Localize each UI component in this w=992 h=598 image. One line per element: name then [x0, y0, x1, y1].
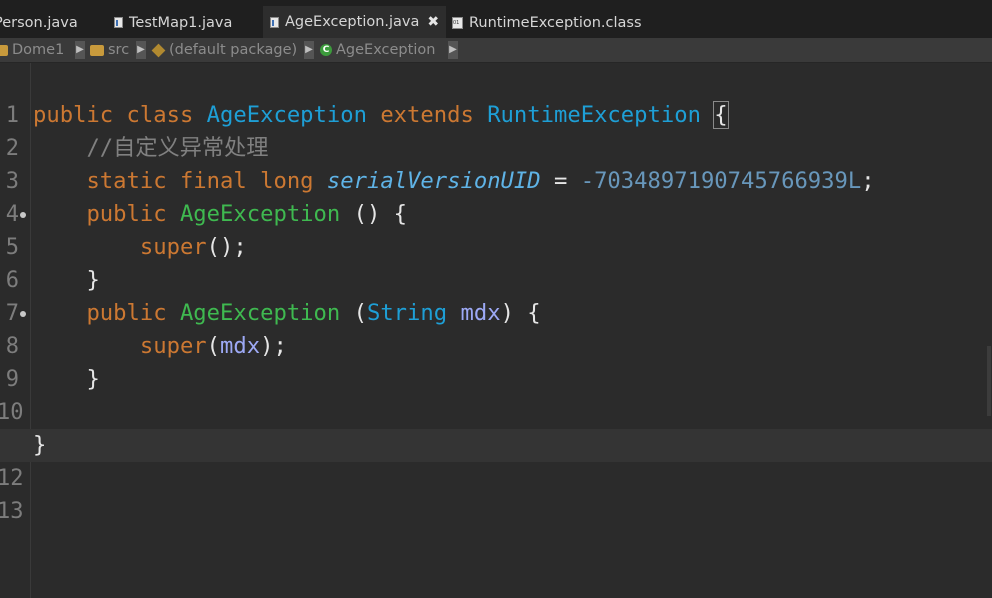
close-tab-icon[interactable]: ✖	[427, 14, 439, 30]
breadcrumb-label: src	[108, 42, 130, 58]
matching-bracket: {	[713, 101, 729, 129]
tab-label: RuntimeException.class	[469, 14, 642, 31]
breadcrumb-label: Dome1	[12, 42, 65, 58]
current-code-line[interactable]: 12 }	[0, 429, 992, 491]
constructor-declaration: public AgeException (String mdx) {	[86, 300, 541, 326]
breadcrumb-separator-icon[interactable]: ▶	[136, 41, 146, 59]
code-line[interactable]: 10 }	[0, 363, 992, 425]
code-line[interactable]: 4 static final long serialVersionUID = -…	[0, 165, 992, 227]
tab-label: AgeException.java	[285, 14, 420, 30]
super-call: super();	[139, 234, 247, 260]
closing-brace: }	[86, 366, 100, 392]
breadcrumb-src[interactable]: src	[90, 38, 129, 62]
class-icon: C	[320, 44, 332, 56]
scrollbar-thumb[interactable]	[987, 346, 991, 416]
breadcrumb-label: (default package)	[169, 42, 298, 58]
breadcrumb-separator-icon[interactable]: ▶	[448, 41, 458, 59]
code-line[interactable]: 6 super();	[0, 231, 992, 293]
code-editor[interactable]: 1 2 public class AgeException extends Ru…	[0, 63, 992, 598]
line-number: 13	[0, 499, 24, 524]
tab-label: Person.java	[0, 14, 78, 31]
code-line[interactable]: 1	[0, 66, 992, 128]
breadcrumb-class[interactable]: C AgeException	[320, 38, 435, 62]
source-folder-icon	[90, 44, 104, 56]
fold-marker-icon[interactable]	[20, 212, 26, 218]
class-file-icon	[452, 16, 463, 29]
breadcrumb-label: AgeException	[336, 42, 436, 58]
code-line[interactable]: 9 super(mdx);	[0, 330, 992, 392]
code-line[interactable]: 5 public AgeException () {	[0, 198, 992, 260]
tab-ageexception-java[interactable]: AgeException.java ✖	[263, 6, 446, 38]
editor-tab-bar: Person.java TestMap1.java AgeException.j…	[0, 0, 992, 38]
breadcrumb-package[interactable]: (default package)	[151, 38, 298, 62]
fold-marker-icon[interactable]	[20, 311, 26, 317]
tab-testmap1-java[interactable]: TestMap1.java	[114, 7, 254, 38]
field-declaration: static final long serialVersionUID = -70…	[86, 168, 875, 194]
tab-label: TestMap1.java	[129, 14, 233, 31]
closing-brace: }	[33, 432, 47, 458]
tab-runtimeexception-class[interactable]: RuntimeException.class	[452, 7, 662, 38]
java-file-icon	[270, 16, 279, 28]
java-file-icon	[114, 17, 123, 28]
closing-brace: }	[86, 267, 100, 293]
code-line[interactable]: 7 }	[0, 264, 992, 326]
code-line[interactable]: 3 //自定义异常处理	[0, 132, 992, 194]
vertical-scrollbar[interactable]	[986, 63, 992, 423]
comment: //自定义异常处理	[86, 135, 269, 161]
code-line[interactable]: 8 public AgeException (String mdx) {	[0, 297, 992, 359]
breadcrumb-separator-icon[interactable]: ▶	[75, 41, 85, 59]
code-line[interactable]: 2 public class AgeException extends Runt…	[0, 99, 992, 161]
breadcrumb-project[interactable]: Dome1	[0, 38, 64, 62]
package-icon	[151, 43, 166, 57]
breadcrumb: Dome1 ▶ src ▶ (default package) ▶ C AgeE…	[0, 38, 992, 63]
breadcrumb-separator-icon[interactable]: ▶	[304, 41, 314, 59]
tab-person-java[interactable]: Person.java	[0, 7, 94, 38]
class-declaration: public class AgeException extends Runtim…	[33, 101, 729, 129]
constructor-declaration: public AgeException () {	[86, 201, 408, 227]
super-call: super(mdx);	[139, 333, 287, 359]
code-line[interactable]: 13	[0, 462, 992, 524]
code-line[interactable]: 11	[0, 396, 992, 458]
project-icon	[0, 44, 8, 56]
